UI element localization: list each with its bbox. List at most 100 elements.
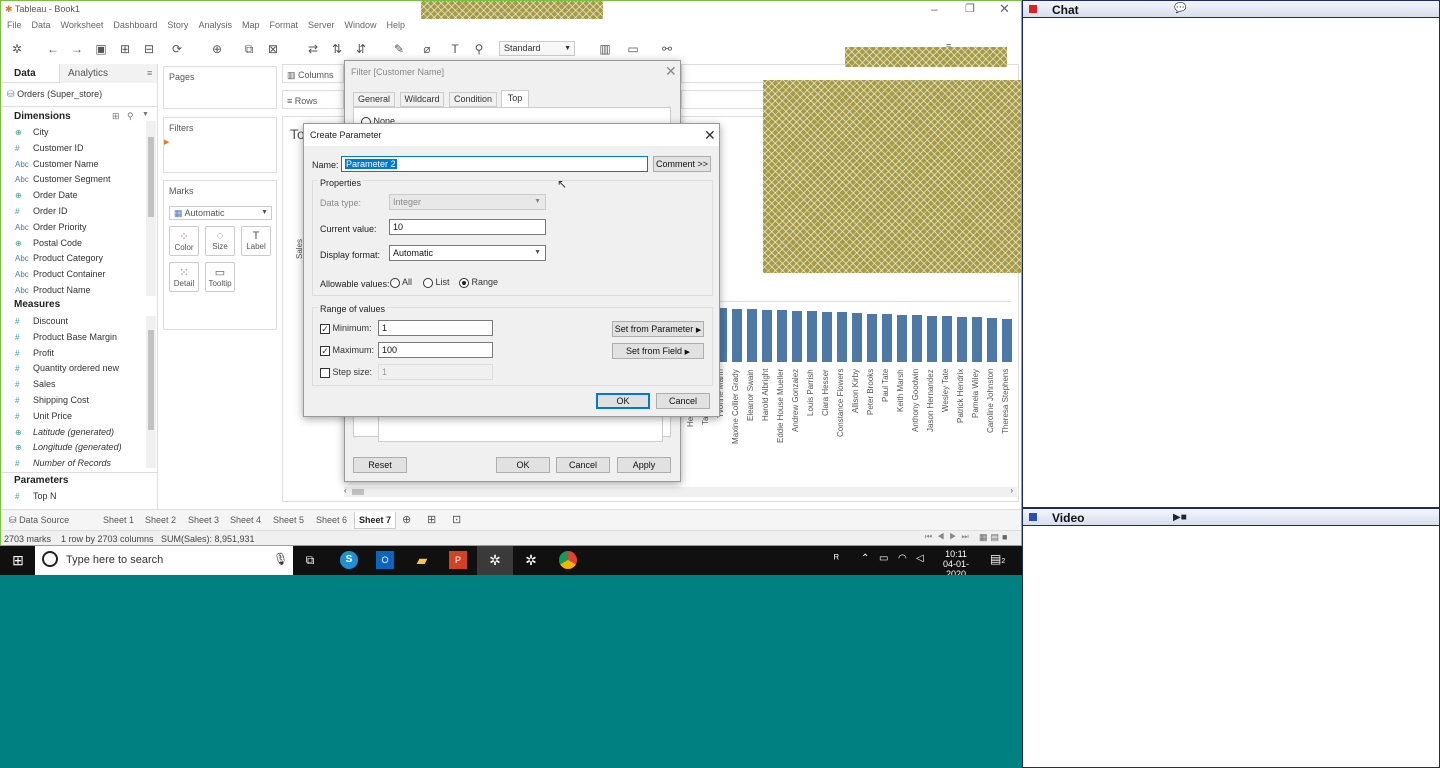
tab-sheet-1[interactable]: Sheet 1 <box>99 512 138 529</box>
label-button[interactable]: T Label <box>241 226 271 256</box>
chrome-icon[interactable] <box>559 551 577 569</box>
undo-icon[interactable]: ← <box>45 41 61 57</box>
search-icon[interactable]: ⚲ <box>127 111 134 122</box>
share-icon[interactable]: ⚯ <box>659 41 675 57</box>
allow-range-radio[interactable]: Range <box>459 277 498 288</box>
view-toggle-icon[interactable]: ⊞ <box>112 111 120 122</box>
minimum-checkbox[interactable]: ✓ Minimum: <box>320 323 372 334</box>
chart-bar[interactable] <box>852 313 862 362</box>
chart-bar[interactable] <box>987 318 997 362</box>
clear-sheet-icon[interactable]: ⊠ <box>265 41 281 57</box>
chart-bar[interactable] <box>807 311 817 362</box>
field-item[interactable]: Abc Product Name <box>15 285 145 300</box>
wifi-icon[interactable]: ◠ <box>898 553 907 564</box>
color-button[interactable]: ⁘ Color <box>169 226 199 256</box>
battery-icon[interactable]: ▭ <box>879 553 888 564</box>
outlook-icon[interactable]: O <box>376 551 394 569</box>
maximize-button[interactable]: ❐ <box>965 2 975 15</box>
highlight-icon[interactable]: ✎ <box>391 41 407 57</box>
detail-button[interactable]: ⁙ Detail <box>169 262 199 292</box>
close-icon[interactable]: ✕ <box>704 127 716 144</box>
menu-item-map[interactable]: Map <box>242 20 260 30</box>
field-item[interactable]: ⊕ Postal Code <box>15 238 145 253</box>
horizontal-scrollbar[interactable]: ‹ › <box>344 486 1017 497</box>
filter-ok-button[interactable]: OK <box>496 457 550 473</box>
chart-bar[interactable] <box>837 312 847 362</box>
chart-bar[interactable] <box>867 314 877 362</box>
pane-menu-icon[interactable]: ≡ <box>147 68 152 78</box>
close-icon[interactable]: ✕ <box>665 63 677 80</box>
field-item[interactable]: Abc Product Container <box>15 269 145 284</box>
dimensions-menu-icon[interactable]: ▼ <box>142 111 149 118</box>
menu-item-help[interactable]: Help <box>387 20 406 30</box>
field-item[interactable]: # Discount <box>15 316 145 331</box>
filters-shelf[interactable]: Filters ▶ <box>163 117 277 173</box>
new-story-icon[interactable]: ⊡ <box>448 512 465 529</box>
redo-icon[interactable]: → <box>69 41 85 57</box>
field-item[interactable]: # Customer ID <box>15 143 145 158</box>
field-item[interactable]: # Top N <box>15 491 145 506</box>
field-item[interactable]: ⊕ City <box>15 127 145 142</box>
sort-asc-icon[interactable]: ⇅ <box>329 41 345 57</box>
menu-item-server[interactable]: Server <box>308 20 335 30</box>
presentation-icon[interactable]: ▭ <box>625 41 641 57</box>
minimize-button[interactable]: – <box>931 2 938 16</box>
field-item[interactable]: # Quantity ordered new <box>15 363 145 378</box>
file-explorer-icon[interactable]: ▰ <box>412 550 432 570</box>
chart-bar[interactable] <box>792 311 802 362</box>
volume-icon[interactable]: ◁ <box>916 553 924 564</box>
tableau-home-icon[interactable]: ✲ <box>9 41 25 57</box>
tab-sheet-6[interactable]: Sheet 6 <box>312 512 351 529</box>
taskbar-search[interactable]: Type here to search 🎙 <box>35 546 293 575</box>
allow-list-radio[interactable]: List <box>423 277 450 288</box>
maximum-checkbox[interactable]: ✓ Maximum: <box>320 345 374 356</box>
cancel-button[interactable]: Cancel <box>656 393 710 409</box>
new-dashboard-icon[interactable]: ⊞ <box>423 512 440 529</box>
people-icon[interactable]: ᴿ <box>834 553 839 565</box>
chart-bar[interactable] <box>777 310 787 362</box>
chart-bar[interactable] <box>942 316 952 362</box>
tab-sheet-3[interactable]: Sheet 3 <box>184 512 223 529</box>
field-item[interactable]: Abc Order Priority <box>15 222 145 237</box>
field-item[interactable]: # Product Base Margin <box>15 332 145 347</box>
chart-bar[interactable] <box>897 315 907 362</box>
task-view-icon[interactable]: ⧉ <box>300 550 320 570</box>
tab-top[interactable]: Top <box>501 90 529 107</box>
comment-button[interactable]: Comment >> <box>653 156 711 172</box>
set-from-field-button[interactable]: Set from Field ▶ <box>612 343 704 359</box>
tab-wildcard[interactable]: Wildcard <box>400 92 444 107</box>
notifications-icon[interactable]: ▤2 <box>990 552 1005 566</box>
field-item[interactable]: # Profit <box>15 348 145 363</box>
tab-condition[interactable]: Condition <box>449 92 497 107</box>
field-item[interactable]: Abc Customer Segment <box>15 174 145 189</box>
powerpoint-icon[interactable]: P <box>449 551 467 569</box>
dimensions-scrollbar[interactable] <box>146 121 156 296</box>
field-item[interactable]: # Unit Price <box>15 411 145 426</box>
name-input[interactable]: Parameter 2 <box>341 156 648 172</box>
measures-scrollbar[interactable] <box>146 316 156 468</box>
field-item[interactable]: # Shipping Cost <box>15 395 145 410</box>
swap-icon[interactable]: ⇄ <box>305 41 321 57</box>
chart-bar[interactable] <box>957 317 967 362</box>
display-format-select[interactable]: Automatic ▼ <box>389 245 546 261</box>
scroll-left-icon[interactable]: ‹ <box>344 486 347 495</box>
labels-icon[interactable]: T <box>447 41 463 57</box>
filter-cancel-button[interactable]: Cancel <box>556 457 610 473</box>
ok-button[interactable]: OK <box>596 393 650 409</box>
chart-bar[interactable] <box>1002 319 1012 362</box>
microphone-icon[interactable]: 🎙 <box>273 552 288 566</box>
pages-shelf[interactable]: Pages <box>163 66 277 109</box>
menu-item-analysis[interactable]: Analysis <box>198 20 232 30</box>
tab-sheet-7[interactable]: Sheet 7 <box>354 512 397 529</box>
field-item[interactable]: ⊕ Longitude (generated) <box>15 442 145 457</box>
allow-all-radio[interactable]: All <box>390 277 412 288</box>
chart-bar[interactable] <box>762 310 772 362</box>
chart-bar[interactable] <box>732 309 742 362</box>
fit-select[interactable]: Standard ▼ <box>499 41 575 56</box>
menu-item-format[interactable]: Format <box>269 20 298 30</box>
field-item[interactable]: # Order ID <box>15 206 145 221</box>
field-item[interactable]: Abc Product Category <box>15 253 145 268</box>
chart-bar[interactable] <box>972 317 982 362</box>
pin-icon[interactable]: ⚲ <box>471 41 487 57</box>
size-button[interactable]: ◌ Size <box>205 226 235 256</box>
